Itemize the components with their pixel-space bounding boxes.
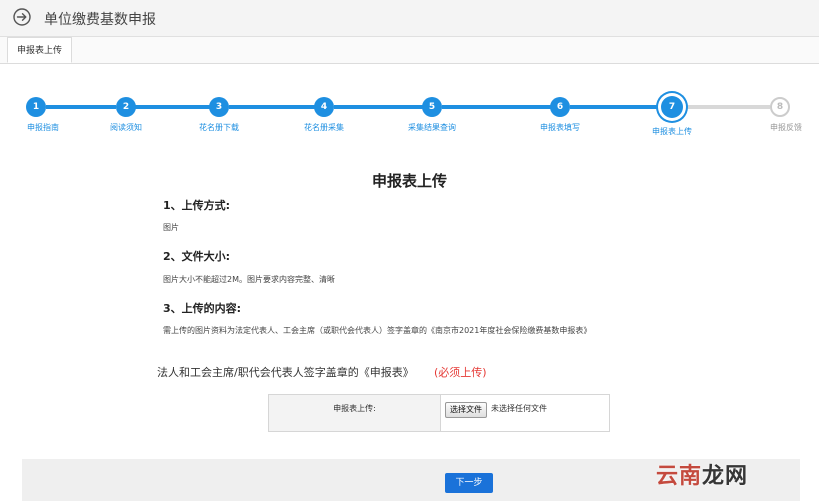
file-status-text: 未选择任何文件 — [491, 404, 547, 413]
upload-label: 申报表上传: — [333, 404, 376, 413]
step-6-label: 申报表填写 — [540, 123, 580, 132]
required-flag: (必须上传) — [434, 366, 487, 379]
step-connector — [135, 105, 210, 109]
step-8-label: 申报反馈 — [770, 123, 802, 132]
upload-row: 申报表上传: 选择文件 未选择任何文件 — [268, 394, 610, 432]
step-1-label: 申报指南 — [27, 123, 59, 132]
upload-label-cell: 申报表上传: — [269, 395, 441, 431]
step-connector — [684, 105, 770, 109]
step-connector — [570, 105, 660, 109]
step-7-label: 申报表上传 — [652, 127, 692, 136]
step-1-circle: 1 — [26, 97, 46, 117]
step-5-label: 采集结果查询 — [408, 123, 456, 132]
step-2-circle: 2 — [116, 97, 136, 117]
step-connector — [229, 105, 315, 109]
tab-upload-form[interactable]: 申报表上传 — [7, 37, 73, 63]
upload-method-heading: 1、上传方式: — [163, 199, 231, 212]
choose-file-button[interactable]: 选择文件 — [445, 402, 487, 418]
step-7-circle: 7 — [661, 96, 683, 118]
step-connector — [46, 105, 116, 109]
watermark-text-red: 云南 — [656, 464, 703, 489]
tab-bar: 申报表上传 — [0, 37, 819, 64]
next-step-button[interactable]: 下一步 — [445, 473, 493, 493]
step-6-circle: 6 — [550, 97, 570, 117]
section-title: 申报表上传 — [371, 172, 447, 190]
step-connector — [334, 105, 423, 109]
step-4-label: 花名册采集 — [304, 123, 344, 132]
page-title: 单位缴费基数申报 — [44, 12, 156, 28]
step-4-circle: 4 — [314, 97, 334, 117]
step-8-circle: 8 — [770, 97, 790, 117]
page-header: 单位缴费基数申报 — [0, 0, 819, 37]
upload-content-heading: 3、上传的内容: — [163, 302, 242, 315]
upload-method-text: 图片 — [163, 223, 179, 232]
requirement-label: 法人和工会主席/职代会代表人签字盖章的《申报表》 — [157, 366, 414, 379]
step-connector — [442, 105, 551, 109]
watermark-logo: 云南龙网 — [656, 458, 748, 490]
file-size-heading: 2、文件大小: — [163, 250, 231, 263]
step-2-label: 阅读须知 — [110, 123, 142, 132]
step-5-circle: 5 — [422, 97, 442, 117]
step-3-circle: 3 — [209, 97, 229, 117]
back-arrow-icon[interactable] — [13, 8, 31, 26]
upload-content-text: 需上传的图片资料为法定代表人、工会主席（或职代会代表人）签字盖章的《南京市202… — [163, 326, 592, 335]
watermark-text-dark: 龙网 — [702, 464, 749, 489]
step-3-label: 花名册下载 — [199, 123, 239, 132]
file-size-text: 图片大小不能超过2M。图片要求内容完整、清晰 — [163, 275, 335, 284]
